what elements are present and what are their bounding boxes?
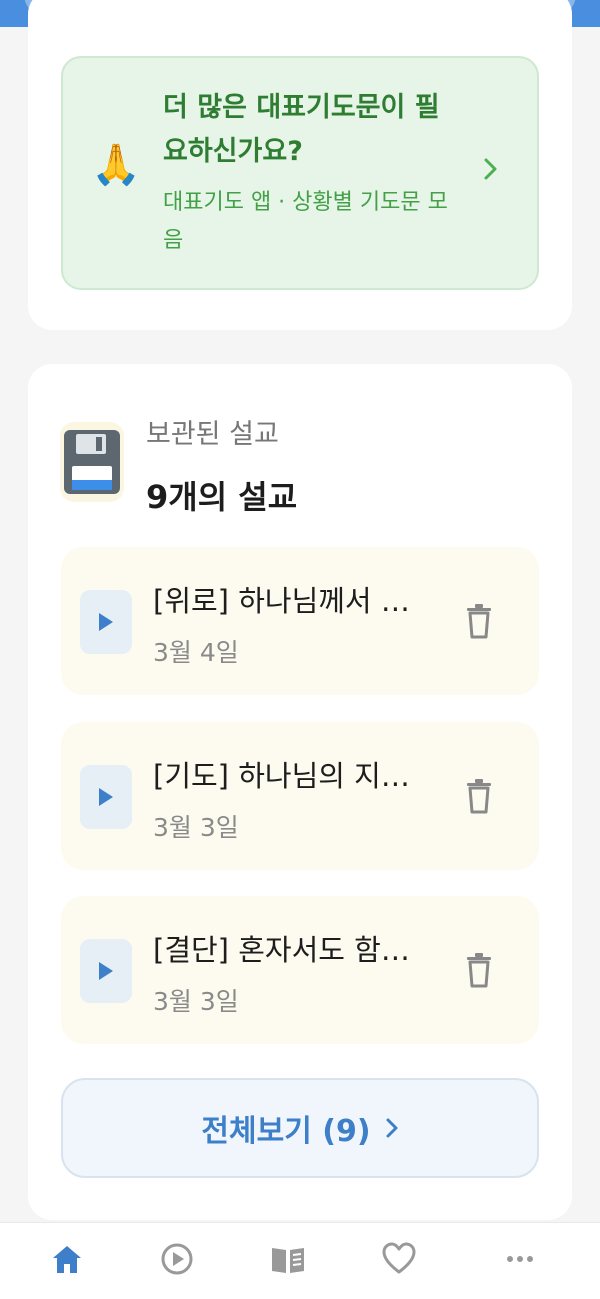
sermon-title: [결단] 혼자서도 함… [153,933,410,967]
sermon-date: 3월 4일 [153,638,239,667]
trash-icon[interactable] [465,952,493,988]
play-button[interactable] [80,590,132,654]
trash-icon[interactable] [465,778,493,814]
sermon-list-item[interactable]: [위로] 하나님께서 … 3월 4일 [61,547,539,695]
book-icon [272,1248,304,1273]
saved-sermons-label: 보관된 설교 [146,419,279,450]
view-all-button[interactable]: 전체보기 (9) [61,1078,539,1178]
chevron-right-icon [386,1118,398,1138]
bottom-navigation [0,1222,600,1299]
prayer-app-promo-banner[interactable]: 🙏 더 많은 대표기도문이 필요하신가요? 대표기도 앱 · 상황별 기도문 모… [61,56,539,290]
trash-icon[interactable] [465,603,493,639]
floppy-disk-icon [60,422,124,502]
nav-item-heart[interactable] [359,1223,439,1299]
play-circle-icon [161,1243,193,1275]
more-icon [507,1256,533,1262]
sermon-date: 3월 3일 [153,987,239,1016]
sermon-title: [기도] 하나님의 지… [153,759,410,793]
home-icon [53,1246,81,1273]
saved-sermons-count: 9개의 설교 [146,478,298,516]
sermon-list-item[interactable]: [기도] 하나님의 지… 3월 3일 [61,722,539,870]
play-button[interactable] [80,765,132,829]
praying-hands-icon: 🙏 [91,142,141,188]
promo-card-container: 🙏 더 많은 대표기도문이 필요하신가요? 대표기도 앱 · 상황별 기도문 모… [28,0,572,330]
sermon-title: [위로] 하나님께서 … [153,584,410,618]
nav-item-more[interactable] [480,1223,560,1299]
nav-item-home[interactable] [27,1223,107,1299]
sermon-list-item[interactable]: [결단] 혼자서도 함… 3월 3일 [61,896,539,1044]
nav-item-play[interactable] [137,1223,217,1299]
nav-item-book[interactable] [248,1223,328,1299]
chevron-right-icon [484,158,497,180]
promo-title: 더 많은 대표기도문이 필요하신가요? [163,92,440,167]
promo-subtitle: 대표기도 앱 · 상황별 기도문 모음 [163,190,448,253]
sermon-date: 3월 3일 [153,813,239,842]
play-icon [99,613,113,631]
play-icon [99,962,113,980]
heart-icon [382,1242,416,1274]
saved-sermons-card: 보관된 설교 9개의 설교 [위로] 하나님께서 … 3월 4일 [기도] 하나… [28,364,572,1220]
view-all-label: 전체보기 (9) [201,1114,371,1149]
play-icon [99,788,113,806]
play-button[interactable] [80,939,132,1003]
